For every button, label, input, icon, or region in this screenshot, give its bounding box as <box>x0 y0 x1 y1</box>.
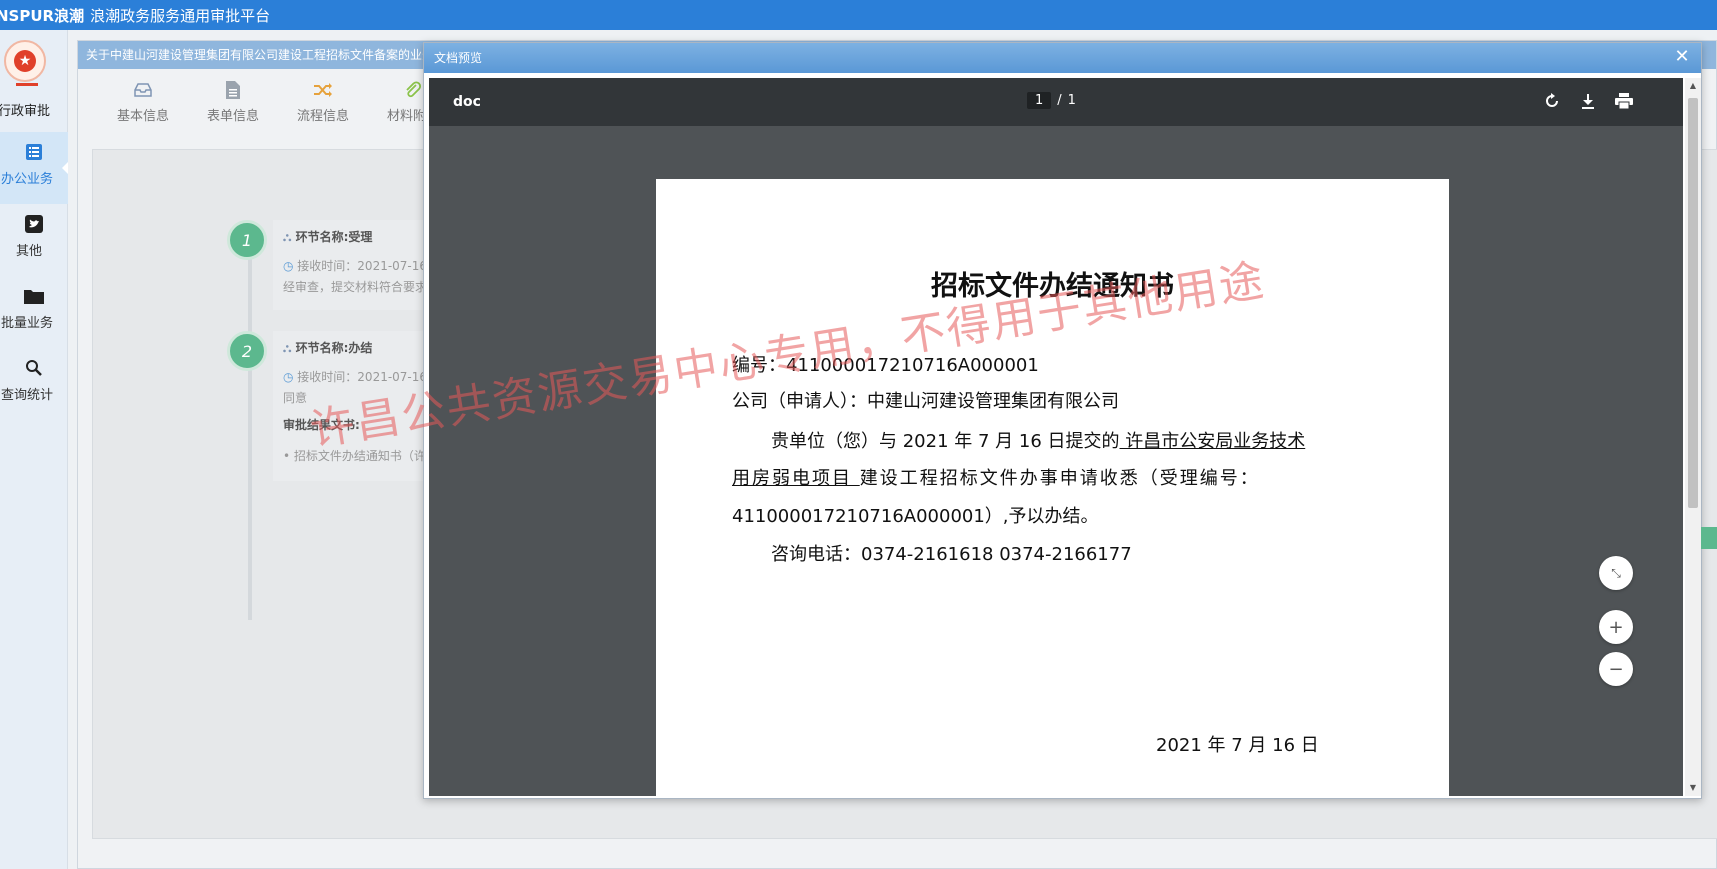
edge-tab[interactable] <box>1701 527 1717 549</box>
doc-company-line: 公司（申请人）：中建山河建设管理集团有限公司 <box>732 391 1119 412</box>
tab-basic-info[interactable]: 基本信息 <box>98 69 188 131</box>
download-icon[interactable] <box>1579 92 1597 110</box>
step-node-name: ⛬ 环节名称:受理 <box>283 230 373 244</box>
tab-flow-info[interactable]: 流程信息 <box>278 69 368 131</box>
shuffle-icon <box>312 79 334 101</box>
pdf-viewer: doc 1 / 1 招标文件办结通知书 编号：411000017210716A0… <box>429 78 1683 796</box>
paperclip-icon <box>402 79 424 101</box>
zoom-out-icon[interactable]: − <box>1599 652 1633 686</box>
tab-form-info[interactable]: 表单信息 <box>188 69 278 131</box>
dialog-header: 文档预览 ✕ <box>424 43 1701 73</box>
rotate-icon[interactable] <box>1543 92 1561 110</box>
step-node-name: ⛬ 环节名称:办结 <box>283 341 373 355</box>
doc-phone-line: 咨询电话：0374-2161618 0374-2166177 <box>771 544 1132 565</box>
inbox-icon <box>132 79 154 101</box>
viewer-toolbar: doc 1 / 1 <box>429 78 1683 126</box>
doc-title: 招标文件办结通知书 <box>931 271 1174 302</box>
scroll-up-icon[interactable]: ▲ <box>1685 78 1701 94</box>
viewer-tools <box>1543 92 1633 110</box>
doc-number-line: 编号：411000017210716A000001 <box>732 355 1039 376</box>
step-number-badge: 1 <box>227 220 267 260</box>
scroll-thumb[interactable] <box>1688 98 1698 508</box>
result-doc-link[interactable]: • 招标文件办结通知书（许 <box>283 447 443 464</box>
sitemap-icon: ⛬ <box>283 341 296 355</box>
step-time: ◷ 接收时间：2021-07-16 <box>283 259 428 273</box>
doc-body-line-2: 用房弱电项目 建设工程招标文件办事申请收悉（受理编号： <box>732 468 1260 489</box>
page-indicator: 1 / 1 <box>1027 92 1076 109</box>
page-separator: / <box>1057 93 1062 108</box>
file-icon <box>222 79 244 101</box>
sidebar-item-stats[interactable]: 查询统计 <box>0 348 68 420</box>
page-number-input[interactable]: 1 <box>1027 92 1052 109</box>
sitemap-icon: ⛬ <box>283 230 296 244</box>
doc-body-line-1: 贵单位（您）与 2021 年 7 月 16 日提交的 许昌市公安局业务技术 <box>771 431 1306 452</box>
tab-label: 表单信息 <box>206 109 259 124</box>
list-icon <box>24 142 44 162</box>
sidebar-item-label: 查询统计 <box>0 388 53 403</box>
tab-label: 流程信息 <box>296 109 349 124</box>
doc-page: 招标文件办结通知书 编号：411000017210716A000001 公司（申… <box>656 179 1449 796</box>
step-time: ◷ 接收时间：2021-07-16 <box>283 370 428 384</box>
tab-label: 基本信息 <box>116 109 169 124</box>
page-total: 1 <box>1067 93 1076 108</box>
viewer-scrollbar[interactable]: ▲ ▼ <box>1685 78 1701 796</box>
twitter-icon <box>24 214 44 234</box>
print-icon[interactable] <box>1615 92 1633 110</box>
search-icon <box>24 358 44 378</box>
doc-preview-dialog: 文档预览 ✕ doc 1 / 1 招标文件办结通知书 编号：4110000172… <box>423 42 1702 799</box>
fit-page-icon[interactable]: ⤡ <box>1599 556 1633 590</box>
zoom-in-icon[interactable]: + <box>1599 610 1633 644</box>
step-note: 经审查，提交材料符合要求 <box>283 280 428 294</box>
doc-body-line-3: 411000017210716A000001）,予以办结。 <box>732 506 1099 527</box>
clock-icon: ◷ <box>283 370 298 384</box>
doc-name: doc <box>453 94 481 110</box>
folder-icon <box>24 286 44 306</box>
top-bar: NSPUR浪潮 浪潮政务服务通用审批平台 <box>0 0 1717 30</box>
sidebar-item-label: 批量业务 <box>0 316 53 331</box>
brand-logo-text: NSPUR浪潮 <box>0 6 85 25</box>
close-icon[interactable]: ✕ <box>1671 46 1693 68</box>
doc-date: 2021 年 7 月 16 日 <box>1156 735 1319 756</box>
step-number-badge: 2 <box>227 331 267 371</box>
sidebar-item-other[interactable]: 其他 <box>0 204 68 276</box>
sidebar-item-label: 其他 <box>15 244 42 259</box>
sidebar-header-label: 行政审批 <box>0 104 51 119</box>
scroll-down-icon[interactable]: ▼ <box>1685 780 1701 796</box>
result-doc-label: 审批结果文书: <box>283 418 360 432</box>
sidebar-item-office[interactable]: 办公业务 <box>0 132 68 204</box>
clock-icon: ◷ <box>283 259 298 273</box>
timeline-line <box>248 250 252 620</box>
sidebar: ★ 行政审批 办公业务 其他 批量业务 查询统计 <box>0 30 68 869</box>
sidebar-item-batch[interactable]: 批量业务 <box>0 276 68 348</box>
dialog-title: 文档预览 <box>434 51 483 65</box>
emblem-icon: ★ <box>4 40 46 86</box>
sidebar-item-label: 办公业务 <box>0 172 53 187</box>
step-note: 同意 <box>283 391 308 405</box>
app-title: 浪潮政务服务通用审批平台 <box>90 6 271 25</box>
